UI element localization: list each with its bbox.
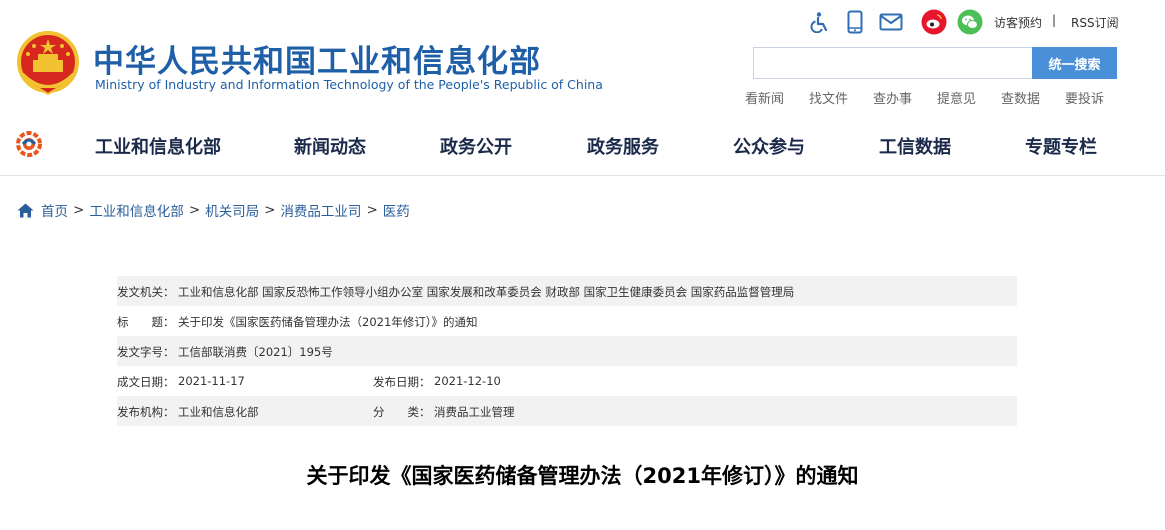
- quick-link-data[interactable]: 查数据: [1001, 88, 1040, 107]
- breadcrumb-departments[interactable]: 机关司局: [205, 200, 259, 220]
- mobile-icon[interactable]: [842, 9, 868, 35]
- info-row-docno: 发文字号： 工信部联消费〔2021〕195号: [117, 336, 1017, 366]
- nav-item-news[interactable]: 新闻动态: [294, 133, 366, 159]
- main-nav: 工业和信息化部 新闻动态 政务公开 政务服务 公众参与 工信数据 专题专栏: [0, 116, 1165, 172]
- visitor-appointment-link[interactable]: 访客预约: [994, 14, 1042, 31]
- issuer-value: 工业和信息化部 国家反恐怖工作领导小组办公室 国家发展和改革委员会 财政部 国家…: [178, 285, 795, 299]
- email-icon[interactable]: [878, 9, 904, 35]
- nav-item-public-participation[interactable]: 公众参与: [733, 133, 805, 159]
- breadcrumb-ministry[interactable]: 工业和信息化部: [89, 200, 184, 220]
- site-subtitle: Ministry of Industry and Information Tec…: [95, 77, 603, 92]
- breadcrumb-medicine[interactable]: 医药: [383, 200, 410, 220]
- quick-link-documents[interactable]: 找文件: [809, 88, 848, 107]
- national-emblem-logo[interactable]: [16, 30, 80, 96]
- rss-subscribe-link[interactable]: RSS订阅: [1071, 14, 1119, 31]
- quick-link-complaint[interactable]: 要投诉: [1065, 88, 1104, 107]
- breadcrumb-separator: >: [73, 202, 85, 218]
- created-date-label: 成文日期：: [117, 375, 175, 389]
- org-value: 工业和信息化部: [178, 405, 259, 419]
- quick-link-services[interactable]: 查办事: [873, 88, 912, 107]
- breadcrumb-home[interactable]: 首页: [41, 200, 68, 220]
- breadcrumb-separator: >: [188, 202, 201, 218]
- breadcrumb-consumer-goods[interactable]: 消费品工业司: [280, 200, 361, 220]
- issuer-label: 发文机关：: [117, 285, 175, 299]
- category-value: 消费品工业管理: [434, 405, 515, 419]
- site-header: 中华人民共和国工业和信息化部 Ministry of Industry and …: [0, 0, 1165, 116]
- top-link-separator: |: [1052, 13, 1057, 27]
- nav-item-ministry[interactable]: 工业和信息化部: [95, 133, 221, 159]
- quick-link-news[interactable]: 看新闻: [745, 88, 784, 107]
- info-row-org: 发布机构： 工业和信息化部 分 类： 消费品工业管理: [117, 396, 1017, 426]
- docno-label: 发文字号：: [117, 345, 175, 359]
- docno-value: 工信部联消费〔2021〕195号: [178, 345, 333, 359]
- nav-item-special-topics[interactable]: 专题专栏: [1025, 133, 1097, 159]
- unified-search-button[interactable]: 统一搜索: [1032, 47, 1117, 79]
- breadcrumb-separator: >: [264, 202, 276, 218]
- breadcrumb: 首页 > 工业和信息化部 > 机关司局 > 消费品工业司 > 医药: [17, 200, 410, 220]
- published-date-label: 发布日期：: [373, 375, 431, 389]
- nav-item-government-services[interactable]: 政务服务: [587, 133, 659, 159]
- title-value: 关于印发《国家医药储备管理办法（2021年修订）》的通知: [178, 315, 478, 329]
- miit-logo-icon[interactable]: [14, 129, 44, 159]
- accessibility-icon[interactable]: [806, 9, 832, 35]
- wechat-icon[interactable]: [957, 9, 983, 35]
- published-date-value: 2021-12-10: [434, 374, 501, 388]
- nav-item-government-affairs[interactable]: 政务公开: [440, 133, 512, 159]
- article-title: 关于印发《国家医药储备管理办法（2021年修订）》的通知: [306, 464, 859, 488]
- home-icon[interactable]: [17, 203, 34, 218]
- info-row-title: 标 题： 关于印发《国家医药储备管理办法（2021年修订）》的通知: [117, 306, 1017, 336]
- site-title: 中华人民共和国工业和信息化部: [93, 44, 541, 80]
- nav-divider: [0, 175, 1165, 176]
- search-input[interactable]: [753, 47, 1033, 79]
- created-date-value: 2021-11-17: [178, 374, 245, 388]
- category-label: 分 类：: [373, 405, 431, 419]
- org-label: 发布机构：: [117, 405, 175, 419]
- document-info-table: 发文机关： 工业和信息化部 国家反恐怖工作领导小组办公室 国家发展和改革委员会 …: [117, 276, 1017, 426]
- breadcrumb-separator: >: [366, 202, 378, 218]
- nav-item-data[interactable]: 工信数据: [879, 133, 951, 159]
- info-row-issuer: 发文机关： 工业和信息化部 国家反恐怖工作领导小组办公室 国家发展和改革委员会 …: [117, 276, 1017, 306]
- info-row-dates: 成文日期： 2021-11-17 发布日期： 2021-12-10: [117, 366, 1017, 396]
- quick-link-feedback[interactable]: 提意见: [937, 88, 976, 107]
- title-label: 标 题：: [117, 315, 175, 329]
- weibo-icon[interactable]: [921, 9, 947, 35]
